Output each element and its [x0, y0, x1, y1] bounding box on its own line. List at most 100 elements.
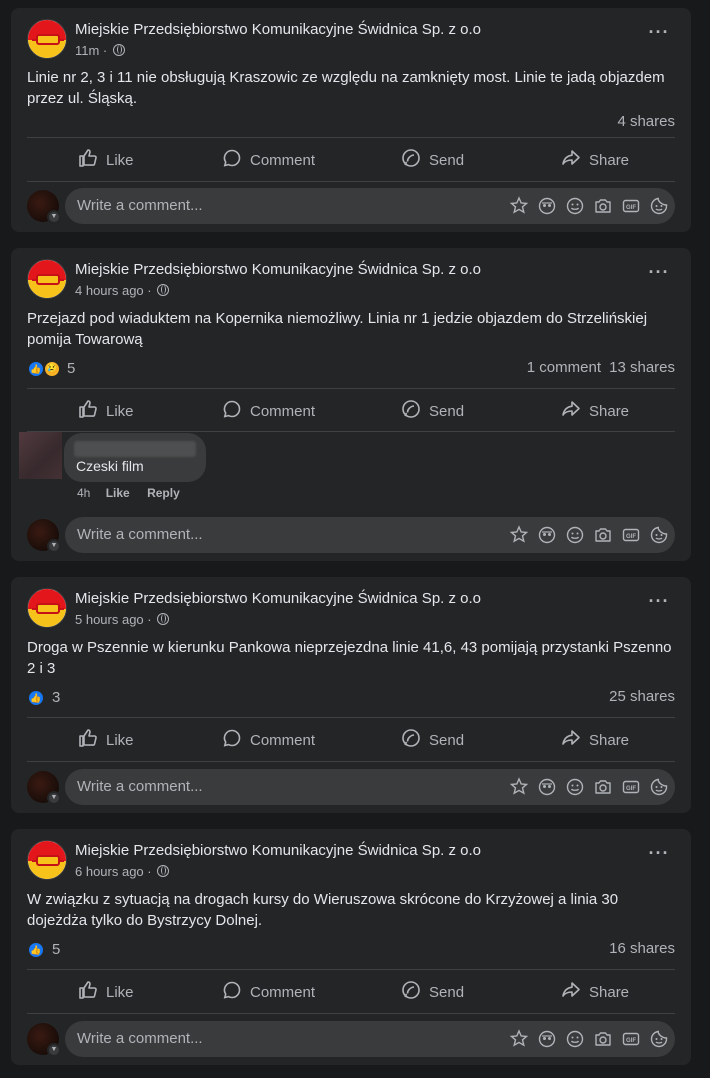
post-time-text[interactable]: 5 hours ago ·: [75, 612, 152, 627]
comment-button[interactable]: Comment: [222, 970, 315, 1014]
gif-icon[interactable]: GIF: [621, 777, 641, 797]
send-button[interactable]: Send: [401, 970, 464, 1014]
post-2: Miejskie Przedsiębiorstwo Komunikacyjne …: [11, 248, 691, 561]
post-time-text[interactable]: 6 hours ago ·: [75, 864, 152, 879]
page-name[interactable]: Miejskie Przedsiębiorstwo Komunikacyjne …: [75, 842, 481, 859]
share-button[interactable]: Share: [561, 718, 629, 762]
post-time[interactable]: 5 hours ago ·: [75, 612, 170, 627]
shares-count[interactable]: 16 shares: [609, 940, 675, 957]
page-avatar[interactable]: [27, 588, 67, 628]
share-button[interactable]: Share: [561, 389, 629, 433]
reaction-count: 3: [52, 689, 61, 706]
shares-count[interactable]: 4 shares: [617, 113, 675, 130]
like-label: Like: [106, 983, 134, 1001]
like-icon: [78, 728, 98, 752]
more-options-icon[interactable]: ···: [647, 844, 671, 866]
avatar-icon[interactable]: [537, 1029, 557, 1049]
action-bar: Like Comment Send Share: [27, 137, 675, 181]
comment-like-link[interactable]: Like: [106, 486, 130, 500]
comment-button[interactable]: Comment: [222, 389, 315, 433]
comment-button[interactable]: Comment: [222, 718, 315, 762]
camera-icon[interactable]: [593, 525, 613, 545]
camera-icon[interactable]: [593, 196, 613, 216]
share-label: Share: [589, 731, 630, 749]
post-time-text[interactable]: 11m ·: [75, 43, 107, 58]
send-button[interactable]: Send: [401, 718, 464, 762]
more-options-icon[interactable]: ···: [647, 263, 671, 285]
page-avatar[interactable]: [27, 19, 67, 59]
page-avatar[interactable]: [27, 840, 67, 880]
more-options-icon[interactable]: ···: [647, 23, 671, 45]
sticker-face-icon[interactable]: [649, 196, 669, 216]
emoji-icon[interactable]: [565, 525, 585, 545]
chevron-down-icon[interactable]: ▼: [47, 1043, 61, 1057]
send-icon: [401, 148, 421, 172]
commenter-avatar[interactable]: [19, 432, 62, 479]
post-time[interactable]: 6 hours ago ·: [75, 864, 170, 879]
post-time[interactable]: 11m ·: [75, 43, 125, 58]
comment-text: Czeski film: [76, 458, 144, 474]
sticker-icon[interactable]: [509, 777, 529, 797]
post-time-text[interactable]: 4 hours ago ·: [75, 283, 152, 298]
chevron-down-icon[interactable]: ▼: [47, 210, 61, 224]
gif-icon[interactable]: GIF: [621, 196, 641, 216]
emoji-icon[interactable]: [565, 777, 585, 797]
sticker-icon[interactable]: [509, 525, 529, 545]
sticker-icon[interactable]: [509, 1029, 529, 1049]
more-options-icon[interactable]: ···: [647, 592, 671, 614]
emoji-icon[interactable]: [565, 1029, 585, 1049]
send-button[interactable]: Send: [401, 389, 464, 433]
share-button[interactable]: Share: [561, 138, 629, 182]
post-header: Miejskie Przedsiębiorstwo Komunikacyjne …: [27, 259, 677, 301]
camera-icon[interactable]: [593, 777, 613, 797]
page-name[interactable]: Miejskie Przedsiębiorstwo Komunikacyjne …: [75, 261, 481, 278]
sticker-icon[interactable]: [509, 196, 529, 216]
send-label: Send: [429, 731, 465, 749]
avatar-icon[interactable]: [537, 525, 557, 545]
like-button[interactable]: Like: [78, 970, 134, 1014]
share-button[interactable]: Share: [561, 970, 629, 1014]
send-icon: [401, 980, 421, 1004]
sticker-face-icon[interactable]: [649, 525, 669, 545]
page-name[interactable]: Miejskie Przedsiębiorstwo Komunikacyjne …: [75, 590, 481, 607]
comments-count[interactable]: 1 comment: [527, 359, 601, 376]
comment-button[interactable]: Comment: [222, 138, 315, 182]
comment-input[interactable]: Write a comment... GIF: [65, 769, 675, 805]
comment-composer: ▼ Write a comment... GIF: [27, 188, 675, 224]
comment-input[interactable]: Write a comment... GIF: [65, 188, 675, 224]
comment-meta: 4h Like Reply: [77, 486, 194, 500]
divider: [27, 1013, 675, 1014]
gif-icon[interactable]: GIF: [621, 525, 641, 545]
shares-count[interactable]: 13 shares: [609, 359, 675, 376]
commenter-name-blurred[interactable]: [74, 441, 196, 457]
avatar-icon[interactable]: [537, 777, 557, 797]
sticker-face-icon[interactable]: [649, 1029, 669, 1049]
comment-label: Comment: [250, 731, 316, 749]
svg-text:GIF: GIF: [626, 786, 636, 792]
like-button[interactable]: Like: [78, 718, 134, 762]
like-button[interactable]: Like: [78, 138, 134, 182]
comment-reply-link[interactable]: Reply: [147, 486, 180, 500]
sticker-face-icon[interactable]: [649, 777, 669, 797]
page-name[interactable]: Miejskie Przedsiębiorstwo Komunikacyjne …: [75, 21, 481, 38]
like-reaction-icon: 👍: [27, 941, 45, 959]
chevron-down-icon[interactable]: ▼: [47, 539, 61, 553]
comment-icon: [222, 728, 242, 752]
comment-input[interactable]: Write a comment... GIF: [65, 1021, 675, 1057]
chevron-down-icon[interactable]: ▼: [47, 791, 61, 805]
divider: [27, 181, 675, 182]
svg-text:GIF: GIF: [626, 1038, 636, 1044]
globe-icon: [157, 865, 170, 877]
emoji-icon[interactable]: [565, 196, 585, 216]
like-button[interactable]: Like: [78, 389, 134, 433]
page-avatar[interactable]: [27, 259, 67, 299]
comment-time[interactable]: 4h: [77, 486, 90, 500]
send-button[interactable]: Send: [401, 138, 464, 182]
camera-icon[interactable]: [593, 1029, 613, 1049]
sad-reaction-icon: 😢: [43, 360, 61, 378]
shares-count[interactable]: 25 shares: [609, 688, 675, 705]
avatar-icon[interactable]: [537, 196, 557, 216]
post-time[interactable]: 4 hours ago ·: [75, 283, 170, 298]
gif-icon[interactable]: GIF: [621, 1029, 641, 1049]
comment-input[interactable]: Write a comment... GIF: [65, 517, 675, 553]
